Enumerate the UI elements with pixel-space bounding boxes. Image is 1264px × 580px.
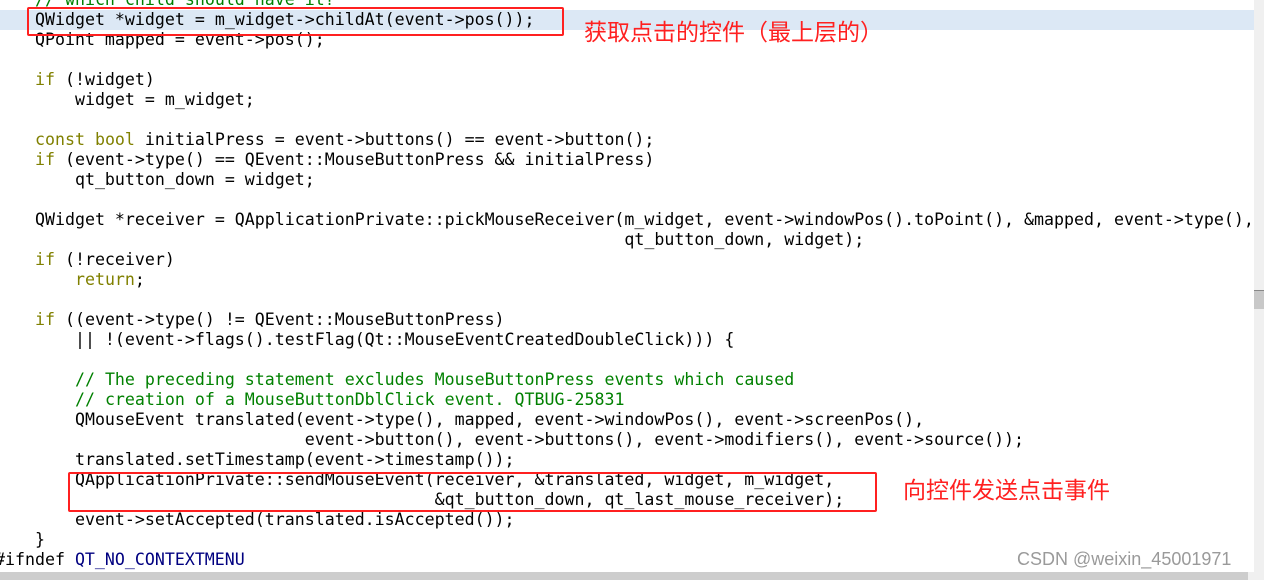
code-line[interactable]: if ((event->type() != QEvent::MouseButto…: [0, 310, 1254, 330]
code-text: || !(event->flags().testFlag(Qt::MouseEv…: [35, 330, 734, 350]
code-line[interactable]: if (!widget): [0, 70, 1254, 90]
code-token: QWidget *receiver = QApplicationPrivate:…: [35, 210, 1254, 229]
code-text: if (!widget): [35, 70, 155, 90]
code-token: (!widget): [54, 70, 155, 89]
keyword-token: if: [35, 70, 55, 89]
code-token: initialPress = event->buttons() == event…: [134, 130, 655, 149]
code-text: widget = m_widget;: [35, 90, 255, 110]
horizontal-scrollbar-thumb[interactable]: [0, 572, 1248, 580]
code-line[interactable]: // The preceding statement excludes Mous…: [0, 370, 1254, 390]
keyword-token: if: [35, 310, 55, 329]
code-line[interactable]: if (event->type() == QEvent::MouseButton…: [0, 150, 1254, 170]
code-line[interactable]: || !(event->flags().testFlag(Qt::MouseEv…: [0, 330, 1254, 350]
code-token: (event->type() == QEvent::MouseButtonPre…: [54, 150, 655, 169]
code-line[interactable]: if (!receiver): [0, 250, 1254, 270]
vertical-scrollbar-thumb[interactable]: [1254, 290, 1264, 309]
code-line[interactable]: event->button(), event->buttons(), event…: [0, 430, 1254, 450]
code-token: qt_button_down = widget;: [35, 170, 315, 189]
watermark: CSDN @weixin_45001971: [1017, 549, 1232, 569]
code-token: || !(event->flags().testFlag(Qt::MouseEv…: [35, 330, 735, 349]
annotation-send-click-event: 向控件发送点击事件: [903, 478, 1110, 504]
code-line[interactable]: [0, 350, 1254, 370]
code-line[interactable]: return;: [0, 270, 1254, 290]
code-line[interactable]: event->setAccepted(translated.isAccepted…: [0, 510, 1254, 530]
code-token: widget = m_widget;: [35, 90, 255, 109]
code-text: if (!receiver): [35, 250, 175, 270]
code-token: ;: [134, 270, 145, 289]
code-line[interactable]: qt_button_down = widget;: [0, 170, 1254, 190]
code-token: qt_button_down, widget);: [35, 230, 865, 249]
highlight-box-sendmouseevent: [68, 472, 877, 512]
annotation-get-clicked-widget: 获取点击的控件（最上层的）: [584, 20, 883, 46]
code-text: // The preceding statement excludes Mous…: [35, 370, 794, 390]
code-text: }: [35, 530, 45, 550]
code-token: QMouseEvent translated(event->type(), ma…: [35, 410, 925, 429]
code-token: #ifndef: [0, 550, 75, 569]
code-text: translated.setTimestamp(event->timestamp…: [35, 450, 515, 470]
code-line[interactable]: [0, 190, 1254, 210]
keyword-token: return: [74, 270, 135, 289]
code-token: QT_NO_CONTEXTMENU: [74, 550, 245, 569]
horizontal-scrollbar[interactable]: [0, 572, 1264, 580]
code-line[interactable]: qt_button_down, widget);: [0, 230, 1254, 250]
code-line[interactable]: QWidget *receiver = QApplicationPrivate:…: [0, 210, 1254, 230]
code-token: translated.setTimestamp(event->timestamp…: [35, 450, 515, 469]
code-token: }: [35, 530, 45, 549]
code-text: if (event->type() == QEvent::MouseButton…: [35, 150, 654, 170]
code-text: if ((event->type() != QEvent::MouseButto…: [35, 310, 505, 330]
code-text: event->setAccepted(translated.isAccepted…: [35, 510, 515, 530]
code-text: // creation of a MouseButtonDblClick eve…: [35, 390, 624, 410]
code-text: QWidget *receiver = QApplicationPrivate:…: [35, 210, 1254, 230]
keyword-token: const: [35, 130, 85, 149]
comment-token: // The preceding statement excludes Mous…: [74, 370, 795, 389]
highlight-box-childat: [27, 7, 564, 36]
code-line[interactable]: widget = m_widget;: [0, 90, 1254, 110]
code-text: event->button(), event->buttons(), event…: [35, 430, 1024, 450]
keyword-token: if: [35, 250, 55, 269]
keyword-token: if: [35, 150, 55, 169]
code-text: const bool initialPress = event->buttons…: [35, 130, 654, 150]
keyword-token: bool: [94, 130, 135, 149]
code-line[interactable]: const bool initialPress = event->buttons…: [0, 130, 1254, 150]
code-line[interactable]: [0, 290, 1254, 310]
vertical-scrollbar[interactable]: [1254, 0, 1264, 572]
code-line[interactable]: // creation of a MouseButtonDblClick eve…: [0, 390, 1254, 410]
code-text: return;: [35, 270, 145, 290]
code-line[interactable]: }: [0, 530, 1254, 550]
code-text: QMouseEvent translated(event->type(), ma…: [35, 410, 924, 430]
code-text: #ifndef QT_NO_CONTEXTMENU: [0, 550, 245, 570]
code-text: qt_button_down, widget);: [35, 230, 864, 250]
code-line[interactable]: [0, 50, 1254, 70]
code-text: qt_button_down = widget;: [35, 170, 315, 190]
code-token: ((event->type() != QEvent::MouseButtonPr…: [54, 310, 505, 329]
code-token: (!receiver): [54, 250, 175, 269]
code-token: event->button(), event->buttons(), event…: [35, 430, 1025, 449]
code-line[interactable]: QMouseEvent translated(event->type(), ma…: [0, 410, 1254, 430]
code-token: event->setAccepted(translated.isAccepted…: [35, 510, 515, 529]
comment-token: // creation of a MouseButtonDblClick eve…: [74, 390, 625, 409]
code-line[interactable]: translated.setTimestamp(event->timestamp…: [0, 450, 1254, 470]
code-line[interactable]: [0, 110, 1254, 130]
